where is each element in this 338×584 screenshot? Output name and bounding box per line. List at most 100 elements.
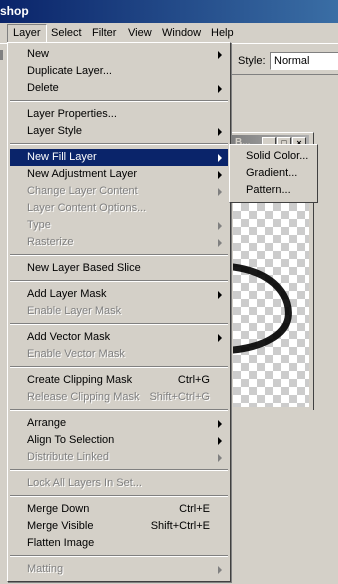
menu-filter[interactable]: Filter (87, 25, 121, 42)
style-label: Style: (238, 55, 266, 67)
menu-item-matting: Matting (10, 561, 228, 578)
menu-bar: Layer Select Filter View Window Help (0, 23, 338, 44)
menu-separator (10, 143, 228, 145)
menu-separator (10, 254, 228, 256)
menu-item-align-to-selection[interactable]: Align To Selection (10, 432, 228, 449)
menu-item-change-layer-content: Change Layer Content (10, 183, 228, 200)
menu-item-new-layer-based-slice[interactable]: New Layer Based Slice (10, 260, 228, 277)
menu-item-new-fill-layer[interactable]: New Fill Layer (10, 149, 228, 166)
menu-item-label: Layer Style (27, 125, 83, 137)
submenu-arrow-icon (218, 239, 222, 247)
menu-item-delete[interactable]: Delete (10, 80, 228, 97)
menu-item-label: Release Clipping Mask (27, 391, 140, 403)
menu-item-label: Create Clipping Mask (27, 374, 133, 386)
menu-item-label: Lock All Layers In Set... (27, 477, 142, 489)
menu-item-duplicate-layer[interactable]: Duplicate Layer... (10, 63, 228, 80)
submenu-arrow-icon (218, 334, 222, 342)
menu-item-label: Add Layer Mask (27, 288, 107, 300)
menu-separator (10, 555, 228, 557)
menu-item-label: New Adjustment Layer (27, 168, 138, 180)
new-fill-layer-submenu: Solid Color... Gradient... Pattern... (229, 144, 318, 203)
submenu-arrow-icon (218, 128, 222, 136)
layer-menu: New Duplicate Layer... Delete Layer Propert… (7, 42, 231, 582)
menu-item-shortcut: Ctrl+E (179, 503, 210, 515)
submenu-item-pattern[interactable]: Pattern... (232, 182, 314, 199)
menu-item-label: Align To Selection (27, 434, 115, 446)
menu-item-lock-all-layers-in-set: Lock All Layers In Set... (10, 475, 228, 492)
menu-item-label: Type (27, 219, 51, 231)
menu-item-label: Delete (27, 82, 59, 94)
menu-item-label: New Fill Layer (27, 151, 97, 163)
menu-item-label: Flatten Image (27, 537, 95, 549)
menu-item-label: Enable Vector Mask (27, 348, 125, 360)
menu-item-label: Layer Content Options... (27, 202, 147, 214)
menu-item-label: Add Vector Mask (27, 331, 111, 343)
submenu-item-gradient[interactable]: Gradient... (232, 165, 314, 182)
menu-item-label: Merge Down (27, 503, 90, 515)
submenu-arrow-icon (218, 85, 222, 93)
submenu-arrow-icon (218, 420, 222, 428)
menu-help[interactable]: Help (206, 25, 239, 42)
menu-window[interactable]: Window (157, 25, 206, 42)
submenu-arrow-icon (218, 222, 222, 230)
menu-item-layer-style[interactable]: Layer Style (10, 123, 228, 140)
menu-item-label: Distribute Linked (27, 451, 109, 463)
menu-item-layer-content-options: Layer Content Options... (10, 200, 228, 217)
submenu-item-label: Gradient... (246, 167, 298, 179)
menu-item-shortcut: Shift+Ctrl+E (150, 520, 210, 532)
menu-separator (10, 469, 228, 471)
menu-item-shortcut: Ctrl+G (177, 374, 210, 386)
menu-separator (10, 280, 228, 282)
style-field[interactable]: Normal (270, 52, 338, 70)
menu-view[interactable]: View (123, 25, 157, 42)
menu-item-new[interactable]: New (10, 46, 228, 63)
menu-item-merge-down[interactable]: Merge Down Ctrl+E (10, 501, 228, 518)
menu-item-enable-layer-mask: Enable Layer Mask (10, 303, 228, 320)
menu-item-label: Change Layer Content (27, 185, 138, 197)
menu-separator (10, 323, 228, 325)
submenu-arrow-icon (218, 454, 222, 462)
menu-item-label: Duplicate Layer... (27, 65, 112, 77)
menu-separator (10, 366, 228, 368)
menu-item-label: Matting (27, 563, 64, 575)
menu-item-label: Merge Visible (27, 520, 94, 532)
menu-item-label: Layer Properties... (27, 108, 117, 120)
submenu-item-label: Pattern... (246, 184, 291, 196)
menu-item-distribute-linked: Distribute Linked (10, 449, 228, 466)
menu-layer[interactable]: Layer (7, 24, 47, 43)
submenu-arrow-icon (218, 51, 222, 59)
options-bar: Style: Normal (232, 44, 338, 75)
menu-item-label: New Layer Based Slice (27, 262, 141, 274)
menu-item-add-vector-mask[interactable]: Add Vector Mask (10, 329, 228, 346)
menu-item-flatten-image[interactable]: Flatten Image (10, 535, 228, 552)
menu-item-arrange[interactable]: Arrange (10, 415, 228, 432)
submenu-arrow-icon (218, 566, 222, 574)
menu-item-type: Type (10, 217, 228, 234)
menu-item-shortcut: Shift+Ctrl+G (149, 391, 210, 403)
app-title: shop (0, 4, 29, 18)
menu-item-enable-vector-mask: Enable Vector Mask (10, 346, 228, 363)
submenu-item-solid-color[interactable]: Solid Color... (232, 148, 314, 165)
submenu-arrow-icon (218, 154, 222, 162)
menu-item-create-clipping-mask[interactable]: Create Clipping Mask Ctrl+G (10, 372, 228, 389)
menu-item-add-layer-mask[interactable]: Add Layer Mask (10, 286, 228, 303)
menu-item-rasterize: Rasterize (10, 234, 228, 251)
menu-item-new-adjustment-layer[interactable]: New Adjustment Layer (10, 166, 228, 183)
menu-separator (10, 409, 228, 411)
submenu-arrow-icon (218, 437, 222, 445)
submenu-arrow-icon (218, 291, 222, 299)
submenu-arrow-icon (218, 188, 222, 196)
toolbar-edge (0, 50, 3, 60)
menu-separator (10, 100, 228, 102)
menu-item-release-clipping-mask: Release Clipping Mask Shift+Ctrl+G (10, 389, 228, 406)
menu-select[interactable]: Select (46, 25, 87, 42)
menu-item-layer-properties[interactable]: Layer Properties... (10, 106, 228, 123)
workspace-background (232, 410, 338, 584)
menu-item-label: Enable Layer Mask (27, 305, 122, 317)
menu-item-merge-visible[interactable]: Merge Visible Shift+Ctrl+E (10, 518, 228, 535)
menu-item-label: Rasterize (27, 236, 74, 248)
menu-item-label: New (27, 48, 50, 60)
menu-item-label: Arrange (27, 417, 67, 429)
app-title-bar: shop (0, 0, 338, 23)
submenu-arrow-icon (218, 171, 222, 179)
